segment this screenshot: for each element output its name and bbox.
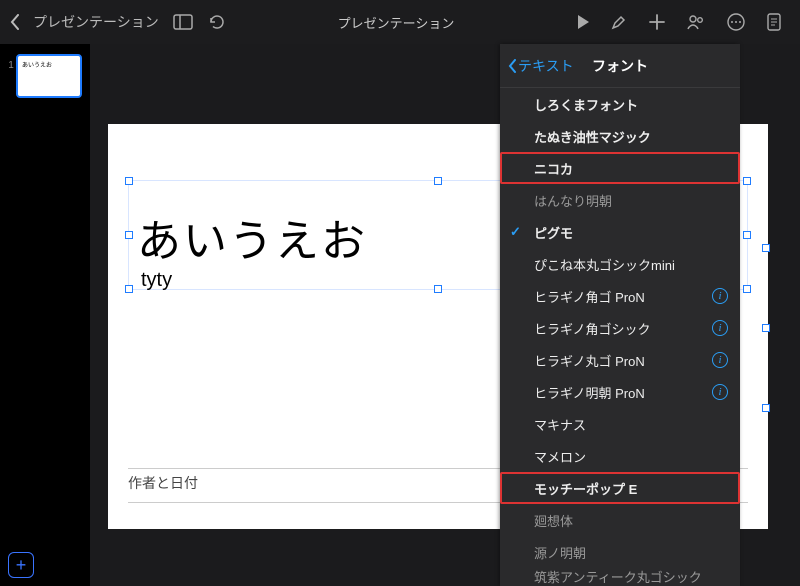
resize-handle[interactable] (125, 231, 133, 239)
font-label: ヒラギノ明朝 ProN (534, 383, 645, 402)
font-panel: テキスト フォント しろくまフォントたぬき油性マジックニコカはんなり明朝 ✓ ピグモ… (500, 44, 740, 586)
font-option[interactable]: 筑紫アンティーク丸ゴシック Beta (500, 568, 740, 586)
font-option[interactable]: ニコカ (500, 152, 740, 184)
back-label[interactable]: プレゼンテーション (33, 12, 159, 32)
font-label: たぬき油性マジック (534, 127, 651, 146)
slide-preview: あいうえお (16, 54, 82, 98)
undo-icon[interactable] (207, 13, 225, 31)
font-label: マキナス (534, 415, 586, 434)
panel-title: フォント (592, 56, 648, 76)
check-icon: ✓ (510, 224, 521, 240)
font-option[interactable]: マメロン (500, 440, 740, 472)
font-option[interactable]: ヒラギノ角ゴシック i (500, 312, 740, 344)
more-icon[interactable] (726, 12, 746, 32)
font-list[interactable]: しろくまフォントたぬき油性マジックニコカはんなり明朝 ✓ ピグモぴこね本丸ゴシックm… (500, 88, 740, 586)
topbar: プレゼンテーション プレゼンテーション (0, 0, 800, 44)
info-icon[interactable]: i (712, 384, 728, 400)
panel-back-button[interactable]: テキスト (508, 56, 574, 76)
font-option[interactable]: ぴこね本丸ゴシックmini (500, 248, 740, 280)
font-option[interactable]: たぬき油性マジック (500, 120, 740, 152)
font-label: ヒラギノ丸ゴ ProN (534, 351, 645, 370)
font-label: はんなり明朝 (534, 191, 612, 210)
font-option[interactable]: しろくまフォント (500, 88, 740, 120)
play-icon[interactable] (576, 14, 590, 30)
selection-handle[interactable] (762, 324, 770, 332)
font-label: 廻想体 (534, 511, 573, 530)
font-option[interactable]: ✓ ピグモ (500, 216, 740, 248)
font-option[interactable]: ヒラギノ丸ゴ ProN i (500, 344, 740, 376)
font-label: ピグモ (534, 223, 573, 242)
font-option[interactable]: はんなり明朝 (500, 184, 740, 216)
plus-icon[interactable] (648, 13, 666, 31)
document-icon[interactable] (766, 13, 782, 31)
back-chevron-icon[interactable] (10, 14, 19, 30)
collaborate-icon[interactable] (686, 13, 706, 31)
font-label: しろくまフォント (534, 95, 638, 114)
font-label: ヒラギノ角ゴシック (534, 319, 650, 338)
slide-navigator: 1 あいうえお + (0, 44, 90, 586)
font-option[interactable]: 廻想体 (500, 504, 740, 536)
font-label: 筑紫アンティーク丸ゴシック Beta (534, 567, 726, 586)
add-slide-button[interactable]: + (8, 552, 34, 578)
selection-handle[interactable] (762, 244, 770, 252)
font-option[interactable]: ヒラギノ明朝 ProN i (500, 376, 740, 408)
panel-header: テキスト フォント (500, 44, 740, 88)
font-label: モッチーポップ E (534, 479, 637, 498)
font-label: 源ノ明朝 (534, 543, 586, 562)
resize-handle[interactable] (743, 231, 751, 239)
info-icon[interactable]: i (712, 320, 728, 336)
resize-handle[interactable] (434, 177, 442, 185)
font-label: ヒラギノ角ゴ ProN (534, 287, 645, 306)
font-option[interactable]: ヒラギノ角ゴ ProN i (500, 280, 740, 312)
font-label: ぴこね本丸ゴシックmini (534, 255, 675, 274)
resize-handle[interactable] (125, 285, 133, 293)
slide-thumbnail[interactable]: 1 あいうえお (6, 54, 84, 98)
sidebar-toggle-icon[interactable] (173, 14, 193, 30)
font-option[interactable]: マキナス (500, 408, 740, 440)
resize-handle[interactable] (125, 177, 133, 185)
resize-handle[interactable] (743, 285, 751, 293)
format-brush-icon[interactable] (610, 13, 628, 31)
selection-handle[interactable] (762, 404, 770, 412)
font-label: マメロン (534, 447, 586, 466)
info-icon[interactable]: i (712, 352, 728, 368)
info-icon[interactable]: i (712, 288, 728, 304)
resize-handle[interactable] (434, 285, 442, 293)
font-option[interactable]: モッチーポップ E (500, 472, 740, 504)
document-title: プレゼンテーション (267, 13, 524, 32)
slide-number: 1 (6, 54, 16, 71)
resize-handle[interactable] (743, 177, 751, 185)
panel-back-label: テキスト (518, 56, 574, 76)
font-label: ニコカ (534, 159, 573, 178)
font-option[interactable]: 源ノ明朝 (500, 536, 740, 568)
